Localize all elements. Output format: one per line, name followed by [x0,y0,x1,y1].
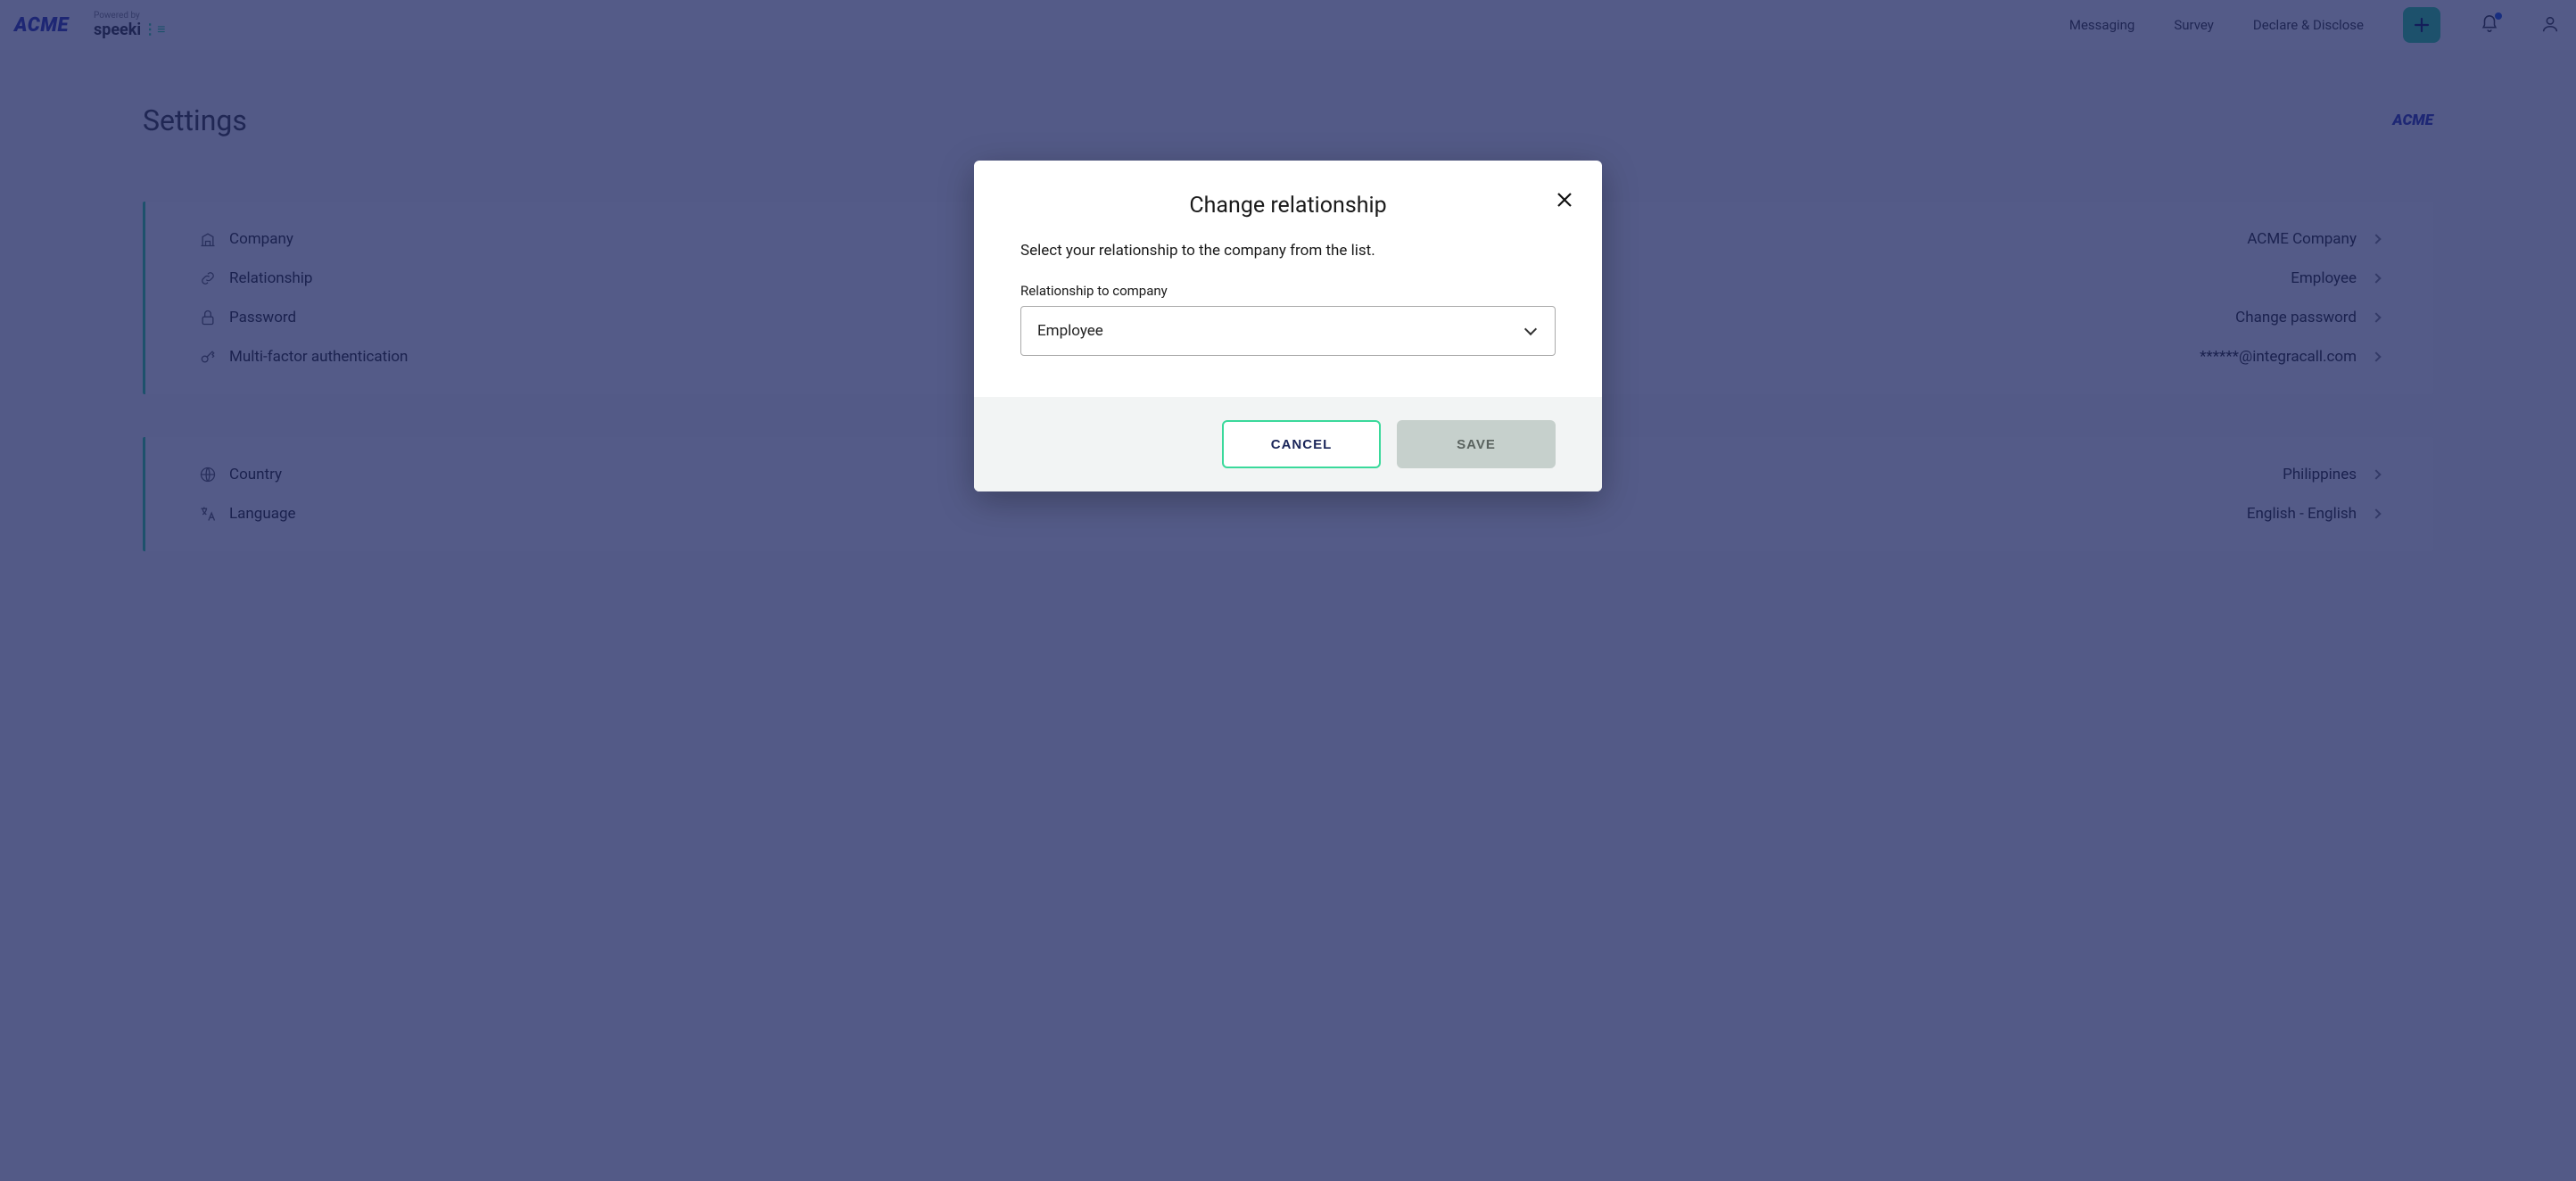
close-icon [1556,191,1573,209]
modal-overlay[interactable]: Change relationship Select your relation… [0,0,2576,1181]
modal-footer: CANCEL SAVE [974,397,1602,491]
relationship-select[interactable]: Employee [1020,306,1556,356]
relationship-field-label: Relationship to company [1020,283,1556,299]
cancel-button[interactable]: CANCEL [1222,420,1381,468]
save-button[interactable]: SAVE [1397,420,1556,468]
modal-title: Change relationship [1020,193,1556,219]
chevron-down-icon [1524,323,1537,335]
modal-close-button[interactable] [1552,187,1577,212]
modal-description: Select your relationship to the company … [1020,242,1556,260]
change-relationship-modal: Change relationship Select your relation… [974,161,1602,491]
relationship-select-value: Employee [1037,322,1103,340]
